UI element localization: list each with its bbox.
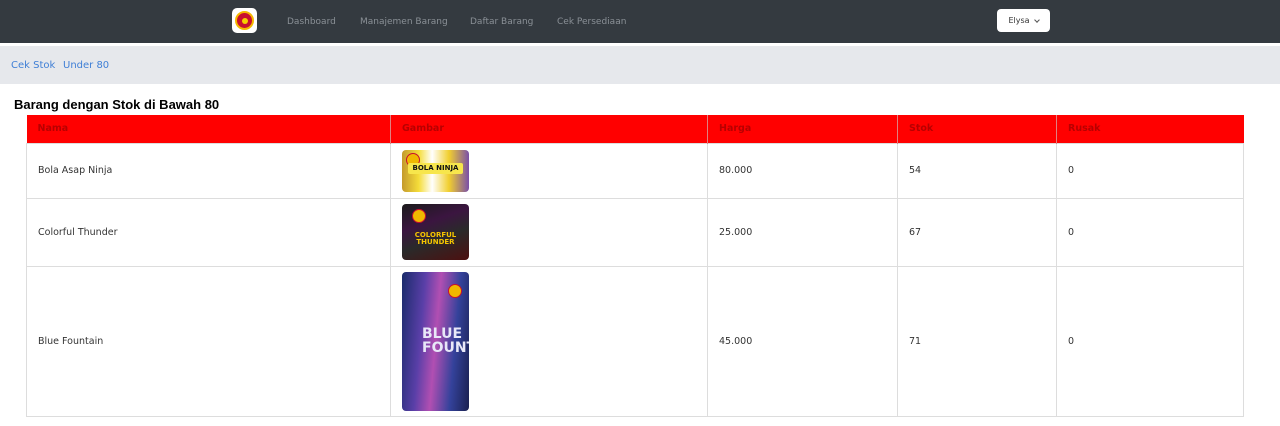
column-header-stok: Stok [897,115,1057,143]
brand-logo[interactable] [232,8,257,33]
top-navbar [0,0,1280,43]
cell-rusak: 0 [1056,197,1244,267]
cell-rusak: 0 [1056,265,1244,417]
brand-badge-icon [448,283,462,298]
cell-harga: 45.000 [707,265,898,417]
breadcrumb-under-80[interactable]: Under 80 [63,46,109,84]
table-row: Colorful Thunder COLORFUL THUNDER 25.000… [26,197,1244,267]
cell-stok: 54 [897,142,1057,199]
user-name: Elysa [1008,16,1030,25]
table-row: Bola Asap Ninja BOLA NINJA 80.000 54 0 [26,142,1244,199]
page-title: Barang dengan Stok di Bawah 80 [14,97,220,112]
cell-nama: Blue Fountain [26,265,391,417]
stock-table: Nama Gambar Harga Stok Rusak Bola Asap N… [26,115,1244,417]
column-header-harga: Harga [707,115,898,143]
column-header-rusak: Rusak [1056,115,1244,143]
logo-emblem-icon [235,11,254,30]
column-header-nama: Nama [26,115,391,143]
chevron-down-icon [1033,16,1040,23]
breadcrumb-cek-stok[interactable]: Cek Stok [11,46,55,84]
nav-dashboard[interactable]: Dashboard [287,0,336,43]
nav-daftar-barang[interactable]: Daftar Barang [470,0,533,43]
cell-stok: 71 [897,265,1057,417]
cell-stok: 67 [897,197,1057,267]
product-image: BLUE FOUNTA [402,271,469,411]
table-header-row: Nama Gambar Harga Stok Rusak [26,115,1244,143]
user-dropdown-button[interactable]: Elysa [997,9,1050,32]
cell-gambar: BLUE FOUNTA [390,265,708,417]
cell-harga: 80.000 [707,142,898,199]
product-image-label: COLORFUL THUNDER [414,231,457,246]
cell-gambar: COLORFUL THUNDER [390,197,708,267]
nav-cek-persediaan[interactable]: Cek Persediaan [557,0,626,43]
nav-manajemen-barang[interactable]: Manajemen Barang [360,0,448,43]
product-image-label: BLUE FOUNTA [422,325,469,356]
product-image: BOLA NINJA [402,149,469,192]
brand-badge-icon [412,209,426,223]
cell-nama: Bola Asap Ninja [26,142,391,199]
cell-nama: Colorful Thunder [26,197,391,267]
breadcrumb [0,46,1280,84]
product-image: COLORFUL THUNDER [402,204,469,260]
cell-gambar: BOLA NINJA [390,142,708,199]
column-header-gambar: Gambar [390,115,708,143]
table-row: Blue Fountain BLUE FOUNTA 45.000 71 0 [26,265,1244,417]
cell-harga: 25.000 [707,197,898,267]
product-image-label: BOLA NINJA [408,162,463,174]
cell-rusak: 0 [1056,142,1244,199]
